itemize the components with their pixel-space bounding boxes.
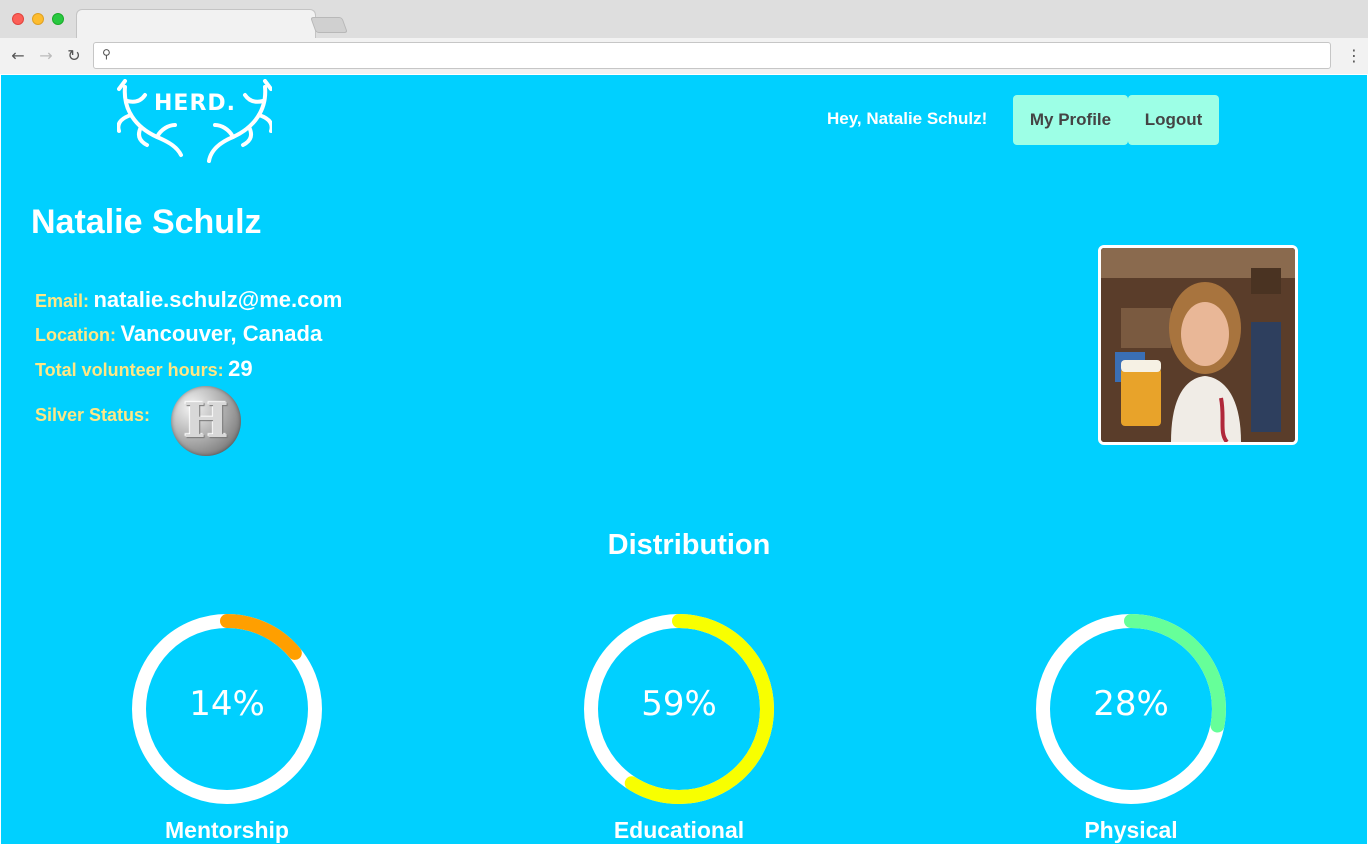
browser-chrome: ← → ↻ ⚲ ⋮ [0,0,1368,74]
badge-letter: H [183,393,229,449]
close-window-icon[interactable] [12,13,24,25]
tab-bar [0,0,1368,39]
physical-percent: 28% [1093,684,1169,724]
profile-name: Natalie Schulz [31,203,262,241]
email-label: Email: [35,291,90,311]
email-row: Email: natalie.schulz@me.com [35,287,342,313]
my-profile-button[interactable]: My Profile [1013,95,1128,145]
educational-label: Educational [613,817,745,843]
reload-icon[interactable]: ↻ [64,46,84,66]
greeting-text: Hey, Natalie Schulz! [827,109,988,128]
logo-text: HERD. [154,91,236,116]
physical-label: Physical [1084,817,1178,843]
address-bar[interactable]: ⚲ [93,42,1331,69]
mentorship-label: Mentorship [165,817,289,843]
location-value: Vancouver, Canada [120,321,323,346]
page: HERD. Hey, Natalie Schulz! My Profile Lo… [1,75,1367,844]
logout-button[interactable]: Logout [1128,95,1219,145]
forward-arrow-icon[interactable]: → [36,46,56,66]
educational-donut: 59% [582,612,776,806]
browser-toolbar: ← → ↻ ⚲ ⋮ [0,38,1368,74]
search-icon: ⚲ [102,47,111,61]
location-row: Location: Vancouver, Canada [35,321,322,347]
mentorship-donut: 14% [130,612,324,806]
hours-label: Total volunteer hours: [35,360,224,380]
minimize-window-icon[interactable] [32,13,44,25]
logo[interactable]: HERD. [116,79,274,165]
status-label: Silver Status: [35,405,151,425]
browser-menu-icon[interactable]: ⋮ [1346,46,1362,66]
new-tab-button[interactable] [310,17,348,33]
hours-row: Total volunteer hours: 29 [35,356,253,382]
status-row: Silver Status: [35,405,150,426]
silver-status-badge: H [171,386,241,456]
back-arrow-icon[interactable]: ← [8,46,28,66]
hours-value: 29 [228,356,253,381]
location-label: Location: [35,325,116,345]
email-value: natalie.schulz@me.com [93,287,343,312]
maximize-window-icon[interactable] [52,13,64,25]
profile-photo [1098,245,1298,445]
profile-photo-image [1101,248,1295,442]
physical-donut: 28% [1034,612,1228,806]
distribution-title: Distribution [607,529,771,561]
mentorship-percent: 14% [189,684,265,724]
educational-percent: 59% [641,684,717,724]
browser-tab[interactable] [76,9,316,39]
